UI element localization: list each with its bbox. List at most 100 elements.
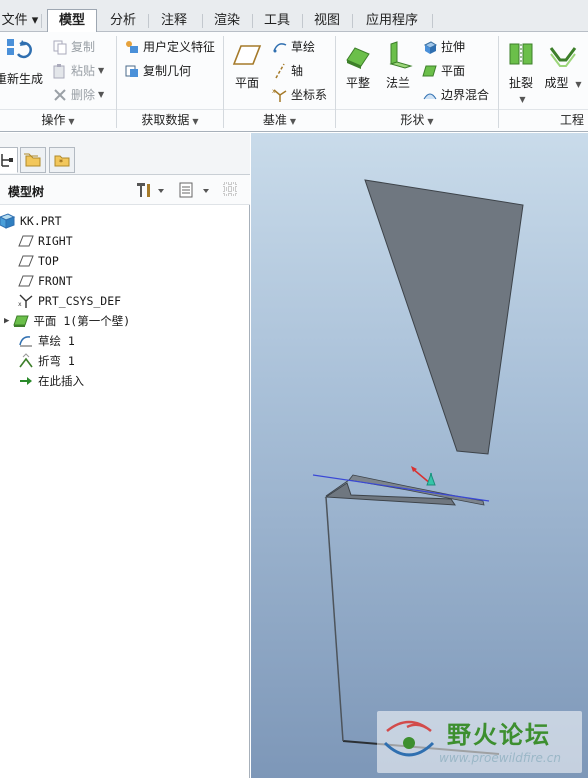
copy-geometry-label: 复制几何 xyxy=(143,64,192,78)
datum-plane-icon xyxy=(232,40,262,70)
ribbon: 重新生成 复制 粘贴 ▼ 删除 ▼ 操作 ▼ 用户定义特征 复制几何 获取数据 ▼ … xyxy=(0,32,588,132)
expand-arrow-icon[interactable]: ▶ xyxy=(4,311,9,331)
tree-node-label: FRONT xyxy=(38,274,73,288)
axis-label: 轴 xyxy=(291,64,304,78)
copy-icon xyxy=(52,39,68,55)
copy-geometry-icon xyxy=(124,63,140,79)
rip-label: 扯裂 xyxy=(508,76,533,90)
graphics-viewport[interactable]: 野火论坛 www.proewildfire.cn xyxy=(251,133,588,778)
tree-node-csys[interactable]: x PRT_CSYS_DEF xyxy=(18,291,121,311)
flat-wall-button[interactable]: 平整 xyxy=(340,40,376,91)
tab-model[interactable]: 模型 xyxy=(47,9,97,33)
tree-node-front[interactable]: FRONT xyxy=(18,271,73,291)
watermark-logo-icon xyxy=(383,720,435,757)
tree-node-part[interactable]: KK.PRT xyxy=(0,211,62,231)
group-datum[interactable]: 基准 ▼ xyxy=(224,110,335,130)
delete-button[interactable]: 删除 ▼ xyxy=(52,86,104,103)
filter-grid-icon xyxy=(223,182,237,196)
flat-wall-label: 平整 xyxy=(345,76,370,90)
tree-node-top[interactable]: TOP xyxy=(18,251,59,271)
tree-node-label: 在此插入 xyxy=(38,374,84,388)
group-operations[interactable]: 操作 ▼ xyxy=(0,110,116,130)
tab-folder-browser[interactable] xyxy=(20,147,46,173)
group-get-data[interactable]: 获取数据 ▼ xyxy=(117,110,223,130)
csys-label: 坐标系 xyxy=(291,88,328,102)
flange-button[interactable]: 法兰 xyxy=(380,40,416,91)
form-label: 成型 xyxy=(544,76,569,90)
favorites-icon: * xyxy=(54,155,70,167)
tree-icon xyxy=(1,154,13,167)
panel-tab-strip: * xyxy=(0,133,250,175)
tab-applications[interactable]: 应用程序 xyxy=(354,10,430,32)
tab-analysis[interactable]: 分析 xyxy=(100,10,146,32)
tab-divider xyxy=(432,14,433,28)
ribbon-tab-bar: 文件 ▾ 模型 分析 注释 渲染 工具 视图 应用程序 xyxy=(0,0,588,33)
rip-button[interactable]: 扯裂 ▼ xyxy=(503,40,539,105)
chevron-down-icon[interactable]: ▼ xyxy=(98,66,104,75)
rip-icon xyxy=(506,40,536,70)
group-engineering[interactable]: 工程 xyxy=(560,110,588,130)
tab-annotate[interactable]: 注释 xyxy=(150,10,198,32)
udf-button[interactable]: 用户定义特征 xyxy=(124,38,215,55)
delete-icon xyxy=(52,87,68,103)
sketch-button[interactable]: 草绘 xyxy=(272,38,315,55)
flange-label: 法兰 xyxy=(385,76,410,90)
planar-label: 平面 xyxy=(441,64,466,78)
group-shapes[interactable]: 形状 ▼ xyxy=(336,110,498,130)
sketch-icon xyxy=(18,333,34,349)
tree-node-label: TOP xyxy=(38,254,59,268)
planar-button[interactable]: 平面 xyxy=(422,62,465,79)
datum-plane-icon xyxy=(18,273,34,289)
tree-settings-button[interactable] xyxy=(134,181,164,202)
delete-label: 删除 xyxy=(71,88,96,102)
copy-geometry-button[interactable]: 复制几何 xyxy=(124,62,191,79)
form-button[interactable]: 成型 ▼ xyxy=(543,40,583,91)
tab-favorites[interactable]: * xyxy=(49,147,75,173)
tree-node-sketch[interactable]: 草绘 1 xyxy=(18,331,75,351)
folder-icon xyxy=(24,153,41,167)
udf-label: 用户定义特征 xyxy=(143,40,216,54)
extrude-button[interactable]: 拉伸 xyxy=(422,38,465,55)
tree-node-bend[interactable]: 折弯 1 xyxy=(18,351,75,371)
tab-tools[interactable]: 工具 xyxy=(254,10,300,32)
extrude-label: 拉伸 xyxy=(441,40,466,54)
left-panel: * 模型树 KK.PRT RIGHT TOP FRONT x PRT_CSYS_… xyxy=(0,133,250,778)
sketch-icon xyxy=(272,39,288,55)
watermark-title: 野火论坛 xyxy=(447,721,551,749)
datum-plane-label: 平面 xyxy=(234,76,259,90)
tree-node-label: RIGHT xyxy=(38,234,73,248)
forum-watermark: 野火论坛 www.proewildfire.cn xyxy=(377,711,582,773)
show-button[interactable] xyxy=(178,181,212,202)
regenerate-button[interactable]: 重新生成 xyxy=(0,36,44,87)
copy-button[interactable]: 复制 xyxy=(52,38,95,55)
axis-button[interactable]: 轴 xyxy=(272,62,303,79)
tree-node-flat-wall[interactable]: ▶ 平面 1(第一个壁) xyxy=(4,311,130,331)
datum-plane-icon xyxy=(18,233,34,249)
csys-triad xyxy=(411,466,436,486)
boundary-blend-icon xyxy=(422,87,438,103)
chevron-down-icon[interactable]: ▼ xyxy=(98,90,104,99)
tab-model-tree-panel[interactable] xyxy=(0,147,18,173)
settings-tools-icon xyxy=(137,183,164,197)
tab-render[interactable]: 渲染 xyxy=(204,10,250,32)
csys-icon: x xyxy=(18,293,34,309)
chevron-down-icon[interactable]: ▼ xyxy=(575,80,581,89)
tab-file[interactable]: 文件 ▾ xyxy=(0,10,40,32)
svg-text:x: x xyxy=(272,88,276,95)
datum-plane-icon xyxy=(18,253,34,269)
paste-icon xyxy=(52,63,68,79)
tab-divider xyxy=(252,14,253,28)
datum-plane-button[interactable]: 平面 xyxy=(230,40,264,91)
tab-divider xyxy=(41,14,42,28)
tree-node-insert-here[interactable]: 在此插入 xyxy=(18,371,84,391)
regenerate-icon xyxy=(4,36,34,66)
planar-icon xyxy=(422,63,438,79)
chevron-down-icon[interactable]: ▼ xyxy=(519,95,525,104)
csys-button[interactable]: x 坐标系 xyxy=(272,86,327,103)
tree-node-right[interactable]: RIGHT xyxy=(18,231,73,251)
group-divider xyxy=(498,36,499,128)
paste-button[interactable]: 粘贴 ▼ xyxy=(52,62,104,79)
tab-view[interactable]: 视图 xyxy=(304,10,350,32)
filter-button[interactable] xyxy=(222,181,244,202)
boundary-blend-button[interactable]: 边界混合 xyxy=(422,86,489,103)
